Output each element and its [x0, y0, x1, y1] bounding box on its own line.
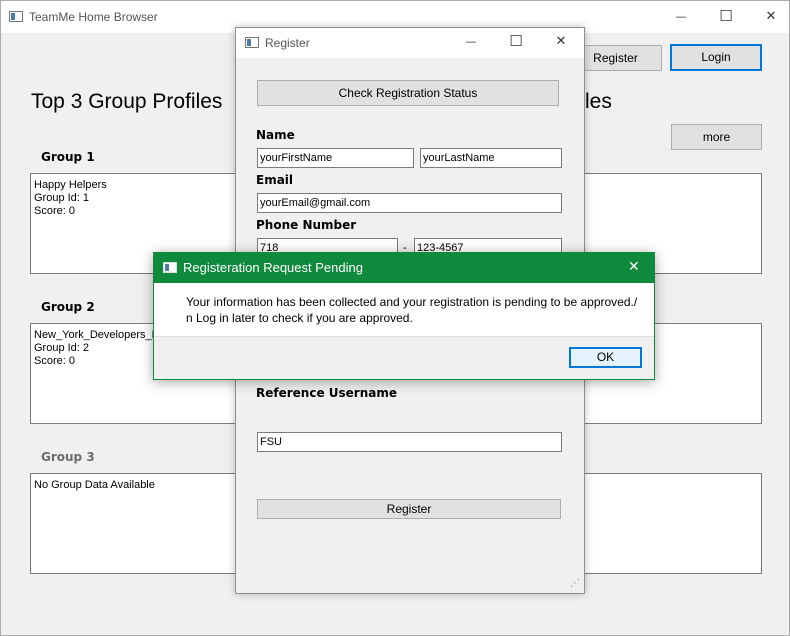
register-close-icon[interactable]: ✕ — [543, 32, 579, 52]
maximize-icon[interactable]: ☐ — [708, 6, 744, 26]
pending-dialog: Registeration Request Pending ✕ Your inf… — [153, 252, 655, 380]
pending-message-line-1: Your information has been collected and … — [186, 295, 638, 309]
register-dialog-title: Register — [265, 36, 310, 50]
first-name-input[interactable]: yourFirstName — [257, 148, 414, 168]
email-input[interactable]: yourEmail@gmail.com — [257, 193, 562, 213]
login-button[interactable]: Login — [670, 44, 762, 71]
resize-grip-icon[interactable]: ⋰ — [570, 578, 580, 589]
app-icon — [9, 11, 23, 22]
group-2-score: Score: 0 — [34, 355, 75, 367]
group-2-title: Group 2 — [41, 300, 95, 314]
pending-message-line-2: n Log in later to check if you are appro… — [186, 311, 413, 325]
register-titlebar: Register — ☐ ✕ — [236, 28, 584, 58]
reference-username-label: Reference Username — [256, 386, 397, 400]
reference-username-input[interactable]: FSU — [257, 432, 562, 452]
last-name-input[interactable]: yourLastName — [420, 148, 562, 168]
register-minimize-icon[interactable]: — — [453, 32, 489, 52]
pending-close-icon[interactable]: ✕ — [628, 259, 640, 275]
group-3-title: Group 3 — [41, 450, 95, 464]
register-app-icon — [245, 37, 259, 48]
group-1-id: Group Id: 1 — [34, 192, 90, 204]
ok-button[interactable]: OK — [569, 347, 642, 368]
close-icon[interactable]: ✕ — [753, 7, 789, 27]
pending-dialog-title: Registeration Request Pending — [183, 260, 363, 275]
pending-titlebar: Registeration Request Pending ✕ — [154, 253, 654, 283]
right-heading-fragment: les — [585, 90, 612, 113]
name-label: Name — [256, 128, 295, 142]
pending-app-icon-mark — [165, 264, 169, 271]
register-maximize-icon[interactable]: ☐ — [498, 31, 534, 51]
group-1-name: Happy Helpers — [34, 179, 107, 191]
page-title: Top 3 Group Profiles — [31, 90, 223, 113]
phone-label: Phone Number — [256, 218, 357, 232]
group-2-id: Group Id: 2 — [34, 342, 90, 354]
check-registration-status-button[interactable]: Check Registration Status — [257, 80, 559, 106]
more-button[interactable]: more — [671, 124, 762, 150]
register-submit-button[interactable]: Register — [257, 499, 561, 519]
group-3-empty-message: No Group Data Available — [34, 479, 155, 491]
pending-app-icon — [163, 262, 177, 273]
group-1-score: Score: 0 — [34, 205, 75, 217]
group-1-title: Group 1 — [41, 150, 95, 164]
email-label: Email — [256, 173, 294, 187]
main-window-title: TeamMe Home Browser — [29, 10, 158, 24]
minimize-icon[interactable]: — — [663, 7, 699, 27]
pending-button-bar: OK — [154, 336, 654, 379]
group-2-name: New_York_Developers_H — [34, 329, 160, 341]
